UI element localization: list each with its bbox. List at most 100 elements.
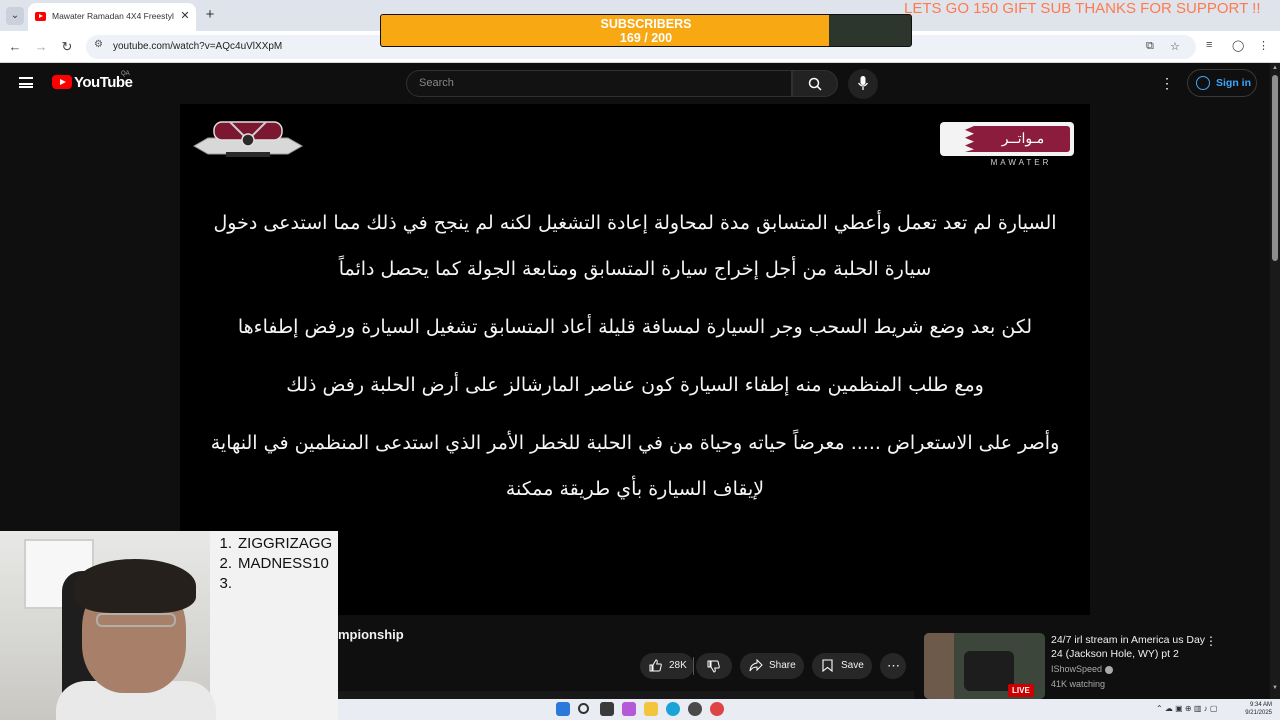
hamburger-menu-icon[interactable] bbox=[19, 77, 33, 88]
leaderboard-name: MADNESS10 bbox=[238, 555, 329, 572]
caption-line: ومع طلب المنظمين منه إطفاء السيارة كون ع… bbox=[286, 374, 984, 396]
video-info: mpionship 28K Share Save ⋯ bbox=[338, 615, 914, 699]
more-actions-icon: ⋯ bbox=[887, 658, 900, 673]
leaderboard-name: ZIGGRIZAGG bbox=[238, 535, 333, 552]
qatar-racing-club-logo bbox=[192, 121, 304, 157]
install-app-icon[interactable]: ⧉ bbox=[1146, 40, 1154, 53]
scroll-thumb[interactable] bbox=[1272, 75, 1278, 261]
live-badge: LIVE bbox=[1008, 684, 1034, 697]
leaderboard-row: 1. ZIGGRIZAGG bbox=[206, 535, 338, 555]
gift-sub-ticker: LETS GO 150 GIFT SUB THANKS FOR SUPPORT … bbox=[904, 0, 1261, 17]
tab-title: Mawater Ramadan 4X4 Freestyle bbox=[52, 11, 174, 21]
microphone-icon bbox=[858, 76, 868, 90]
site-info-icon[interactable]: ⚙ bbox=[94, 39, 103, 50]
caption-line: وأصر على الاستعراض ..... معرضاً حياته وح… bbox=[210, 432, 1060, 454]
task-view-icon[interactable] bbox=[600, 702, 614, 716]
sign-in-label: Sign in bbox=[1216, 77, 1251, 89]
mawater-logo-arabic: مـواتــر bbox=[1001, 130, 1045, 146]
webcam-glasses bbox=[96, 613, 176, 627]
share-arrow-icon bbox=[749, 659, 763, 672]
profile-icon[interactable]: ◯ bbox=[1232, 39, 1244, 52]
account-circle-icon bbox=[1196, 76, 1210, 90]
mawater-logo: مـواتــر MAWATER bbox=[940, 122, 1074, 168]
thumbs-down-icon bbox=[707, 660, 720, 673]
recommended-menu-icon[interactable]: ⋮ bbox=[1205, 634, 1217, 648]
windows-taskbar: ⌃ ☁ ▣ ⊕ ▥ ♪ ▢ 9:34 AM 9/21/2025 bbox=[338, 699, 1280, 720]
browser-tab[interactable]: Mawater Ramadan 4X4 Freestyle ✕ bbox=[28, 3, 196, 31]
tab-search-icon[interactable]: ⌄ bbox=[6, 7, 24, 25]
like-count: 28K bbox=[669, 660, 687, 671]
bookmark-star-icon[interactable]: ☆ bbox=[1170, 40, 1180, 53]
like-button[interactable]: 28K bbox=[640, 653, 694, 679]
sign-in-button[interactable]: Sign in bbox=[1187, 69, 1257, 97]
widgets-icon[interactable] bbox=[622, 702, 636, 716]
scroll-up-icon[interactable]: ▲ bbox=[1272, 65, 1278, 71]
caption-line: السيارة لم تعد تعمل وأعطي المتسابق مدة ل… bbox=[213, 212, 1057, 234]
share-label: Share bbox=[769, 660, 796, 671]
webcam-hair bbox=[74, 559, 196, 613]
recommended-channel[interactable]: IShowSpeed bbox=[1051, 664, 1114, 674]
clock-date: 9/21/2025 bbox=[1245, 710, 1272, 716]
caption-line: سيارة الحلبة من أجل إخراج سيارة المتسابق… bbox=[338, 258, 932, 280]
new-tab-button[interactable]: + bbox=[202, 6, 218, 24]
thumbs-up-icon bbox=[649, 659, 662, 672]
obs-icon[interactable] bbox=[688, 702, 702, 716]
windows-start-icon[interactable] bbox=[556, 702, 570, 716]
chrome-icon[interactable] bbox=[710, 702, 724, 716]
edge-browser-icon[interactable] bbox=[666, 702, 680, 716]
leaderboard-row: 2. MADNESS10 bbox=[206, 555, 338, 575]
settings-menu-icon[interactable]: ⋮ bbox=[1160, 75, 1174, 91]
caption-line: لكن بعد وضع شريط السحب وجر السيارة لمساف… bbox=[237, 316, 1033, 338]
caption-line: لإيقاف السيارة بأي طريقة ممكنة bbox=[505, 478, 765, 500]
back-arrow-icon[interactable]: ← bbox=[6, 38, 24, 56]
like-divider bbox=[693, 657, 694, 675]
bookmark-icon bbox=[822, 659, 833, 672]
comment-strip bbox=[338, 691, 914, 699]
screen: ⌄ Mawater Ramadan 4X4 Freestyle ✕ + ← → … bbox=[0, 0, 1280, 720]
channel-name: IShowSpeed bbox=[1051, 664, 1103, 674]
clock-time: 9:34 AM bbox=[1249, 702, 1272, 708]
youtube-logo-icon[interactable] bbox=[52, 75, 72, 89]
scroll-down-icon[interactable]: ▼ bbox=[1272, 685, 1278, 691]
video-title: mpionship bbox=[338, 627, 404, 642]
youtube-header: YouTube QA Search ⋮ Sign in bbox=[0, 63, 1270, 103]
page-scrollbar[interactable]: ▲ ▼ bbox=[1270, 63, 1280, 699]
taskbar-search-icon[interactable] bbox=[578, 703, 589, 714]
recommended-title[interactable]: 24/7 irl stream in America us Day 24 (Ja… bbox=[1051, 633, 1211, 661]
media-controls-icon[interactable]: ≡ bbox=[1206, 39, 1212, 51]
tab-close-icon[interactable]: ✕ bbox=[178, 9, 192, 23]
subscriber-goal-count: 169 / 200 bbox=[619, 31, 673, 45]
recommended-thumbnail[interactable]: LIVE bbox=[924, 633, 1045, 699]
youtube-favicon-icon bbox=[35, 12, 46, 21]
voice-search-button[interactable] bbox=[848, 69, 878, 99]
recommended-viewers: 41K watching bbox=[1051, 679, 1106, 689]
url-text[interactable]: youtube.com/watch?v=AQc4uVlXXpM bbox=[113, 41, 282, 52]
search-button[interactable] bbox=[792, 70, 838, 97]
leaderboard-row: 3. bbox=[206, 575, 338, 595]
search-icon bbox=[808, 77, 822, 91]
video-caption-text: السيارة لم تعد تعمل وأعطي المتسابق مدة ل… bbox=[210, 200, 1060, 512]
recommended-video[interactable]: LIVE 24/7 irl stream in America us Day 2… bbox=[924, 633, 1224, 699]
share-button[interactable]: Share bbox=[740, 653, 804, 679]
browser-menu-icon[interactable]: ⋮ bbox=[1258, 39, 1269, 52]
leaderboard-rank: 3. bbox=[219, 575, 232, 592]
subscriber-goal-label: SUBSCRIBERS bbox=[600, 17, 692, 31]
mawater-logo-english: MAWATER bbox=[990, 158, 1052, 167]
country-code: QA bbox=[121, 71, 130, 77]
search-input[interactable]: Search bbox=[406, 70, 792, 97]
verified-check-icon bbox=[1105, 665, 1114, 674]
subscriber-goal-bar: SUBSCRIBERS 169 / 200 bbox=[380, 14, 912, 47]
save-button[interactable]: Save bbox=[812, 653, 872, 679]
taskbar-clock[interactable]: 9:34 AM 9/21/2025 bbox=[1238, 701, 1272, 717]
file-explorer-icon[interactable] bbox=[644, 702, 658, 716]
system-tray-icons[interactable]: ⌃ ☁ ▣ ⊕ ▥ ♪ ▢ bbox=[1156, 704, 1217, 713]
dislike-button[interactable] bbox=[696, 653, 732, 679]
leaderboard-rank: 1. bbox=[219, 535, 232, 552]
more-actions-button[interactable]: ⋯ bbox=[880, 653, 906, 679]
reload-icon[interactable]: ↻ bbox=[58, 38, 76, 56]
streamer-webcam: 1. ZIGGRIZAGG 2. MADNESS10 3. bbox=[0, 531, 338, 720]
leaderboard-rank: 2. bbox=[219, 555, 232, 572]
gift-leaderboard: 1. ZIGGRIZAGG 2. MADNESS10 3. bbox=[206, 535, 338, 595]
forward-arrow-icon[interactable]: → bbox=[32, 38, 50, 56]
search-placeholder: Search bbox=[419, 77, 454, 89]
